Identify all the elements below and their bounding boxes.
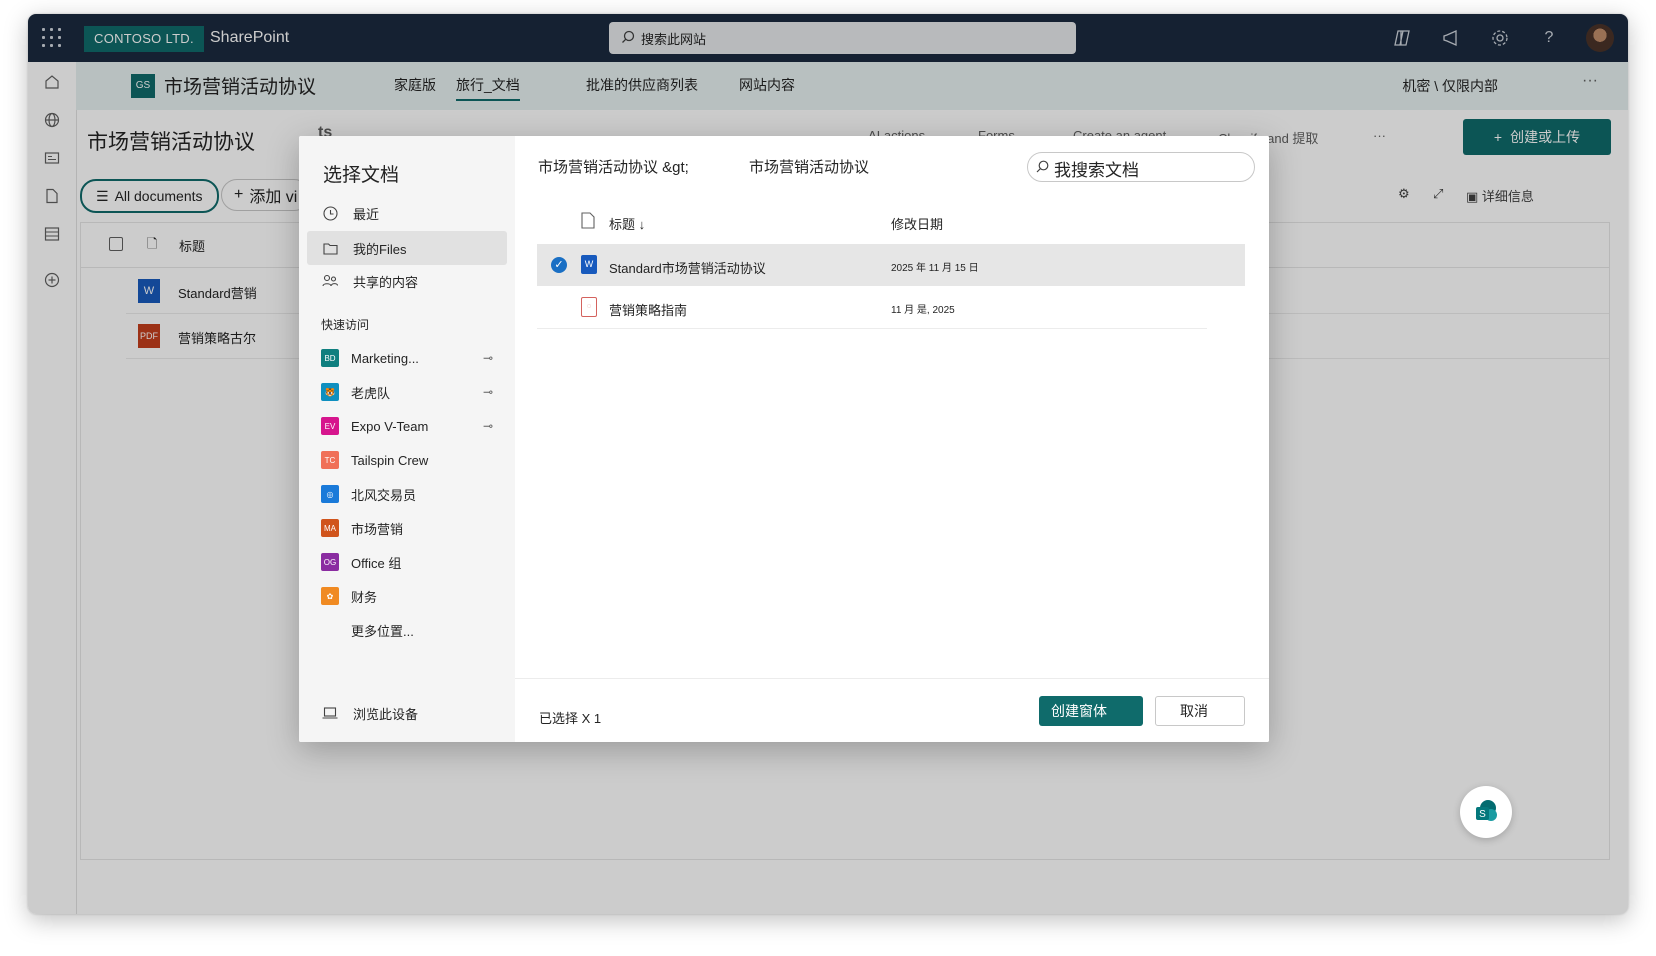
site-badge: OG <box>321 553 339 571</box>
column-name-header[interactable]: 标题 ↓ <box>609 214 645 233</box>
quick-access-site[interactable]: MA 市场营销 <box>321 516 501 540</box>
site-badge: TC <box>321 451 339 469</box>
column-modified-header[interactable]: 修改日期 <box>891 214 943 233</box>
quick-access-site[interactable]: EV Expo V-Team ⊸ <box>321 414 501 438</box>
pdf-icon: ◌ <box>581 297 597 317</box>
column-name-label: 标题 <box>609 217 636 232</box>
file-picker-dialog: 选择文档 最近 我的Files 共享的内容 快速访问 BD Marketing.… <box>299 136 1269 742</box>
clock-icon <box>321 205 339 221</box>
quick-access-site[interactable]: ✿ 财务 <box>321 584 501 608</box>
quick-access-site[interactable]: 🐯 老虎队 ⊸ <box>321 380 501 404</box>
breadcrumb-parent[interactable]: 市场营销活动协议 &gt; <box>538 156 689 177</box>
site-name: Expo V-Team <box>351 418 429 434</box>
sort-arrow-icon: ↓ <box>638 217 646 232</box>
pin-icon[interactable]: ⊸ <box>483 351 493 365</box>
site-badge: 🐯 <box>321 383 339 401</box>
site-badge: ◎ <box>321 485 339 503</box>
nav-my-files[interactable]: 我的Files <box>307 231 507 265</box>
quick-access-site[interactable]: ◎ 北风交易员 <box>321 482 501 506</box>
file-modified-date: 11 月 是, 2025 <box>891 305 955 316</box>
create-form-button[interactable]: 创建窗体 <box>1039 696 1143 726</box>
browse-device-button[interactable]: 浏览此设备 <box>307 696 507 730</box>
site-name: 老虎队 <box>351 385 391 401</box>
nav-recent[interactable]: 最近 <box>307 196 507 230</box>
site-name: 市场营销 <box>351 521 404 537</box>
document-search-placeholder: 我搜索文档 <box>1054 161 1139 180</box>
quick-access-site[interactable]: TC Tailspin Crew <box>321 448 501 472</box>
breadcrumb-current: 市场营销活动协议 <box>749 159 870 176</box>
file-name: Standard市场营销活动协议 <box>609 261 766 276</box>
site-badge: ✿ <box>321 587 339 605</box>
file-row[interactable]: ◌ 营销策略指南 11 月 是, 2025 <box>537 286 1207 329</box>
site-name: Tailspin Crew <box>351 452 429 468</box>
more-locations-link[interactable]: 更多位置... <box>351 618 531 642</box>
column-file-type-icon <box>581 212 595 232</box>
quick-access-site[interactable]: OG Office 组 <box>321 550 501 574</box>
nav-shared[interactable]: 共享的内容 <box>307 264 507 298</box>
search-icon <box>1036 160 1049 173</box>
sharepoint-icon: S <box>1476 800 1497 821</box>
document-search-input[interactable]: 我搜索文档 <box>1027 152 1255 182</box>
site-name: 北风交易员 <box>351 487 417 503</box>
folder-icon <box>321 242 339 255</box>
site-badge: MA <box>321 519 339 537</box>
site-name: Marketing... <box>351 350 419 366</box>
nav-my-files-label: 我的Files <box>353 241 407 257</box>
browser-window: CONTOSO LTD. SharePoint 搜索此网站 ? GS 市场营销活… <box>28 14 1628 914</box>
svg-text:S: S <box>1479 809 1486 820</box>
pin-icon[interactable]: ⊸ <box>483 419 493 433</box>
checkmark-icon[interactable]: ✓ <box>551 257 567 273</box>
file-name: 营销策略指南 <box>609 303 688 318</box>
site-badge: BD <box>321 349 339 367</box>
site-name: Office 组 <box>351 555 402 571</box>
pin-icon[interactable]: ⊸ <box>483 385 493 399</box>
laptop-icon <box>321 707 339 719</box>
cancel-button[interactable]: 取消 <box>1155 696 1245 726</box>
browse-device-label: 浏览此设备 <box>353 706 419 722</box>
site-name: 财务 <box>351 589 378 605</box>
sharepoint-fab[interactable]: S <box>1460 786 1512 838</box>
people-icon <box>321 274 339 288</box>
nav-recent-label: 最近 <box>353 206 380 222</box>
word-icon: W <box>581 255 597 274</box>
quick-access-site[interactable]: BD Marketing... ⊸ <box>321 346 501 370</box>
picker-content: 市场营销活动协议 &gt; 市场营销活动协议 我搜索文档 标题 ↓ 修改日期 ✓… <box>515 136 1269 742</box>
file-modified-date: 2025 年 11 月 15 日 <box>891 263 979 274</box>
dialog-title: 选择文档 <box>323 165 400 186</box>
dialog-footer: 已选择 X 1 创建窗体 取消 <box>515 678 1269 742</box>
selection-count: 已选择 X 1 <box>539 711 602 726</box>
file-row[interactable]: ✓ W Standard市场营销活动协议 2025 年 11 月 15 日 <box>537 244 1245 286</box>
site-badge: EV <box>321 417 339 435</box>
nav-shared-label: 共享的内容 <box>353 274 419 290</box>
picker-sidebar: 选择文档 最近 我的Files 共享的内容 快速访问 BD Marketing.… <box>299 136 515 742</box>
quick-access-heading: 快速访问 <box>321 318 370 332</box>
